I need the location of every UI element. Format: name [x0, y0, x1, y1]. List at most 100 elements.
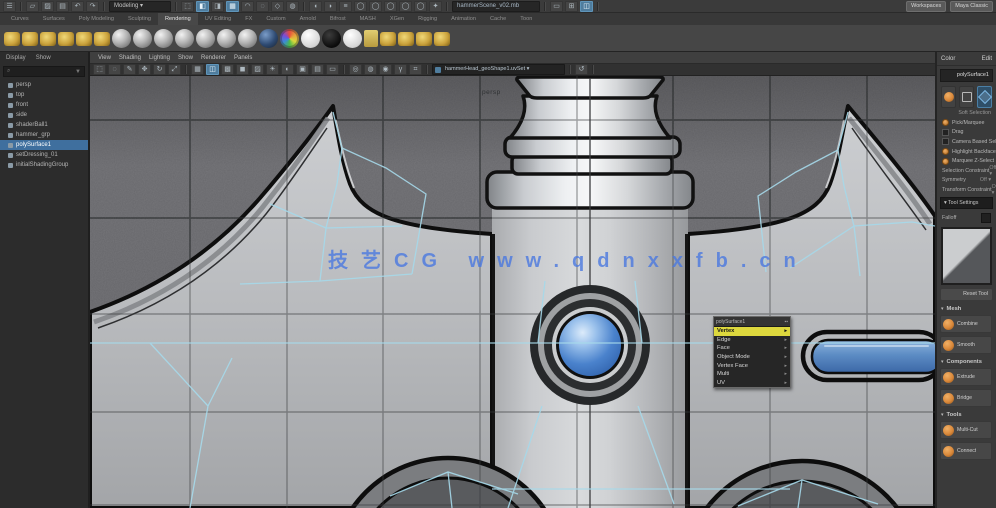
- hypershade-pane-icon[interactable]: ◫: [580, 1, 593, 12]
- outliner-menu-display[interactable]: Display: [6, 55, 26, 61]
- film-gate-icon[interactable]: ▭: [326, 64, 339, 75]
- outliner-item-hammer-grp[interactable]: hammer_grp: [0, 130, 88, 140]
- black-swatch-icon[interactable]: [322, 29, 341, 48]
- highlight-selection-icon[interactable]: ⬚: [181, 1, 194, 12]
- outliner-search-input[interactable]: ⌕ ▼: [3, 66, 85, 77]
- texture-refresh-icon[interactable]: ↺: [575, 64, 588, 75]
- shelf-tab-rigging[interactable]: Rigging: [411, 13, 444, 25]
- outliner-item-side[interactable]: side: [0, 110, 88, 120]
- outliner-item-top[interactable]: top: [0, 90, 88, 100]
- shelf-tab-arnold[interactable]: Arnold: [293, 13, 323, 25]
- snap-point-icon[interactable]: ◌: [256, 1, 269, 12]
- shadows-toggle-icon[interactable]: ◐: [281, 64, 294, 75]
- white-swatch-icon[interactable]: [301, 29, 320, 48]
- viewport-canvas[interactable]: 技艺CG www.qdnxxfb.cn persp polySurface1 ▪…: [90, 76, 935, 508]
- toolkit-tab-color[interactable]: Color: [941, 56, 955, 62]
- object-select-icon[interactable]: ◧: [196, 1, 209, 12]
- redo-icon[interactable]: ↷: [86, 1, 99, 12]
- open-scene-icon[interactable]: ▨: [41, 1, 54, 12]
- soft-mod-tool-icon[interactable]: [22, 32, 38, 46]
- section-header-tools[interactable]: ▾Tools: [937, 410, 996, 420]
- option-drag[interactable]: Drag: [937, 128, 996, 138]
- toolkit-tab-edit[interactable]: Edit: [982, 56, 992, 62]
- input-connections-icon[interactable]: ◖: [309, 1, 322, 12]
- camera-lock-icon[interactable]: ▣: [296, 64, 309, 75]
- option-marquee-z-select[interactable]: Marquee Z-Select: [937, 156, 996, 166]
- shelf-tab-bifrost[interactable]: Bifrost: [323, 13, 353, 25]
- paint-effects-tool-icon[interactable]: [40, 32, 56, 46]
- shelf-tab-curves[interactable]: Curves: [4, 13, 36, 25]
- snap-ring-5-icon[interactable]: ◯: [414, 1, 427, 12]
- shelf-tab-fx[interactable]: FX: [238, 13, 259, 25]
- outliner-menu-show[interactable]: Show: [36, 55, 51, 61]
- phong-sphere-icon[interactable]: [175, 29, 194, 48]
- lambert-sphere-icon[interactable]: [154, 29, 173, 48]
- outliner-item-front[interactable]: front: [0, 100, 88, 110]
- workspaces-button[interactable]: Workspaces: [906, 1, 946, 12]
- pane-layout-icon[interactable]: ◫: [206, 64, 219, 75]
- ocean-shader-sphere-icon[interactable]: [259, 29, 278, 48]
- checkbox[interactable]: [942, 138, 949, 145]
- falloff-curve-preview[interactable]: [941, 227, 992, 285]
- move-tool-icon[interactable]: ✥: [138, 64, 151, 75]
- brush-tool-icon[interactable]: [398, 32, 414, 46]
- checkbox[interactable]: [942, 119, 949, 126]
- construction-history-icon[interactable]: ≡: [339, 1, 352, 12]
- outliner-item-setdressing-01[interactable]: setDressing_01: [0, 150, 88, 160]
- menu-set-dropdown[interactable]: Modeling ▾: [109, 1, 171, 12]
- snap-plane-icon[interactable]: ◇: [271, 1, 284, 12]
- bucket-tool-icon[interactable]: [380, 32, 396, 46]
- scale-tool-icon[interactable]: ⤢: [168, 64, 181, 75]
- shelf-tab-toon[interactable]: Toon: [513, 13, 539, 25]
- tool-settings-dropdown[interactable]: ▾ Tool Settings: [940, 197, 993, 209]
- single-pane-layout-icon[interactable]: ▭: [550, 1, 563, 12]
- shelf-tab-mash[interactable]: MASH: [353, 13, 383, 25]
- selection-name-field[interactable]: polySurface1: [940, 69, 993, 82]
- smooth-button[interactable]: Smooth: [940, 336, 992, 354]
- checkbox[interactable]: [942, 148, 949, 155]
- snap-ring-4-icon[interactable]: ◯: [399, 1, 412, 12]
- option-camera-based-selection[interactable]: Camera Based Selection: [937, 137, 996, 147]
- four-pane-layout-icon[interactable]: ⊞: [565, 1, 578, 12]
- shelf-tab-animation[interactable]: Animation: [444, 13, 483, 25]
- pin-icon[interactable]: ▪▪: [784, 319, 788, 325]
- gold-material-ball-icon[interactable]: [94, 32, 110, 46]
- combine-button[interactable]: Combine: [940, 315, 992, 333]
- scene-name-field[interactable]: hammerScene_v02.mb: [452, 1, 540, 12]
- prop-transform-constraint[interactable]: Transform ConstraintOff ▾: [937, 185, 996, 195]
- clip-tool-icon[interactable]: [76, 32, 92, 46]
- viewport-menu-panels[interactable]: Panels: [231, 55, 255, 61]
- context-item-face[interactable]: Face▸: [714, 344, 790, 353]
- shaded-mode-icon[interactable]: ◼: [236, 64, 249, 75]
- reset-tool-button[interactable]: Reset Tool: [940, 288, 993, 301]
- prop-symmetry[interactable]: SymmetryOff ▾: [937, 175, 996, 185]
- shelf-tab-xgen[interactable]: XGen: [383, 13, 411, 25]
- grid-toggle-icon[interactable]: ▤: [311, 64, 324, 75]
- make-live-icon[interactable]: ◍: [286, 1, 299, 12]
- context-item-vertex[interactable]: Vertex▸: [714, 327, 790, 336]
- blinn-sphere-icon[interactable]: [133, 29, 152, 48]
- option-highlight-backfaces[interactable]: Highlight Backfaces: [937, 147, 996, 157]
- shelf-tab-surfaces[interactable]: Surfaces: [36, 13, 72, 25]
- viewport-menu-show[interactable]: Show: [175, 55, 196, 61]
- checkbox[interactable]: [942, 129, 949, 136]
- texture-file-page-icon[interactable]: [364, 30, 378, 47]
- maya-classic-button[interactable]: Maya Classic: [950, 1, 993, 12]
- render-flag-icon[interactable]: ✦: [429, 1, 442, 12]
- snap-ring-3-icon[interactable]: ◯: [384, 1, 397, 12]
- stamp-tool-icon[interactable]: [434, 32, 450, 46]
- standard-surface-sphere-icon[interactable]: [112, 29, 131, 48]
- viewport-menu-lighting[interactable]: Lighting: [146, 55, 173, 61]
- object-mode-button[interactable]: [941, 86, 956, 108]
- viewport-menu-shading[interactable]: Shading: [116, 55, 144, 61]
- context-item-vertex-face[interactable]: Vertex Face▸: [714, 361, 790, 370]
- extrude-button[interactable]: Extrude: [940, 368, 992, 386]
- outliner-item-persp[interactable]: persp: [0, 80, 88, 90]
- snap-ring-2-icon[interactable]: ◯: [369, 1, 382, 12]
- shelf-tab-rendering[interactable]: Rendering: [158, 13, 198, 25]
- wireframe-mode-icon[interactable]: ▩: [221, 64, 234, 75]
- resolution-gate-icon[interactable]: ⌗: [409, 64, 422, 75]
- checkbox[interactable]: [942, 158, 949, 165]
- shelf-tab-custom[interactable]: Custom: [259, 13, 292, 25]
- snap-grids-icon[interactable]: ▦: [191, 64, 204, 75]
